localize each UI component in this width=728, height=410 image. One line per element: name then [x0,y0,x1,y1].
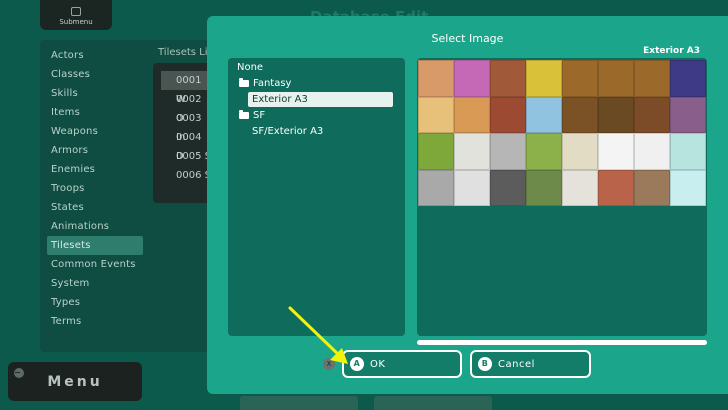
tile-swatch [490,169,526,206]
tilesets-list: 0001 W 0002 O 0003 In 0004 D 0005 S 0006 S [161,71,211,185]
tile-swatch [562,169,598,206]
category-item-classes[interactable]: Classes [47,65,143,84]
submenu-button[interactable]: Submenu [40,0,112,30]
pointer-arrow-icon [288,306,348,364]
bottom-tab [374,396,492,410]
tile-swatch [634,133,670,170]
square-button-icon [71,7,81,16]
bottom-tab [240,396,358,410]
tile-swatch [598,96,634,133]
tileset-list-item[interactable]: 0005 S [161,147,211,166]
tile-swatch [526,96,562,133]
menu-label: Menu [47,373,103,390]
tilesets-list-label: Tilesets Lis [158,47,213,58]
tree-item-sf-exterior-a3[interactable]: SF/Exterior A3 [252,124,392,139]
tree-item-label: None [237,62,264,73]
category-item-armors[interactable]: Armors [47,141,143,160]
tile-swatch [598,133,634,170]
tileset-list-item[interactable]: 0003 In [161,109,211,143]
cancel-button[interactable]: B Cancel [470,350,591,378]
image-preview-panel[interactable] [417,58,707,336]
image-tree-panel: None Fantasy Exterior A3 SF SF/Exterior … [228,58,405,336]
tileset-list-item[interactable]: 0002 O [161,90,211,124]
folder-icon [239,110,249,119]
tile-swatch [562,133,598,170]
tile-swatch [634,60,670,97]
tile-swatch [454,169,490,206]
category-item-enemies[interactable]: Enemies [47,160,143,179]
category-item-states[interactable]: States [47,198,143,217]
cancel-label: Cancel [498,358,535,370]
tile-swatch [634,96,670,133]
tile-swatch [454,60,490,97]
tile-swatch [670,169,706,206]
tile-swatch [598,60,634,97]
category-list: Actors Classes Skills Items Weapons Armors Ene… [47,46,143,331]
tile-swatch [418,60,454,97]
tree-folder-sf[interactable]: SF [239,108,389,123]
tile-swatch [562,60,598,97]
tile-swatch [454,133,490,170]
category-item-tilesets[interactable]: Tilesets [47,236,143,255]
tile-swatch [490,133,526,170]
tree-folder-label: SF [253,110,266,121]
category-item-common-events[interactable]: Common Events [47,255,143,274]
tile-swatch [490,96,526,133]
tile-swatch [634,169,670,206]
category-item-items[interactable]: Items [47,103,143,122]
ok-button[interactable]: A OK [342,350,462,378]
submenu-label: Submenu [59,18,93,26]
ok-label: OK [370,358,386,370]
category-item-animations[interactable]: Animations [47,217,143,236]
tile-swatch [526,169,562,206]
folder-icon [239,78,249,87]
tile-swatch [418,96,454,133]
category-item-actors[interactable]: Actors [47,46,143,65]
category-item-types[interactable]: Types [47,293,143,312]
tile-swatch [454,96,490,133]
tile-swatch [418,133,454,170]
tree-item-exterior-a3[interactable]: Exterior A3 [248,92,393,107]
tree-item-label: SF/Exterior A3 [252,126,324,137]
tile-swatch [562,96,598,133]
preview-image-name: Exterior A3 [643,46,700,56]
tileset-list-item[interactable]: 0004 D [161,128,211,162]
category-item-troops[interactable]: Troops [47,179,143,198]
tile-swatch [526,60,562,97]
tileset-list-item[interactable]: 0006 S [161,166,211,185]
tile-swatch [670,96,706,133]
a-key-icon: A [350,357,364,371]
category-item-system[interactable]: System [47,274,143,293]
category-item-weapons[interactable]: Weapons [47,122,143,141]
tree-folder-label: Fantasy [253,78,292,89]
b-key-icon: B [478,357,492,371]
tileset-list-item[interactable]: 0001 W [161,71,211,105]
tile-swatch [526,133,562,170]
tile-swatch [490,60,526,97]
tile-swatch [670,133,706,170]
menu-button[interactable]: − Menu [8,362,142,401]
preview-scrollbar[interactable] [417,340,707,345]
tree-item-none[interactable]: None [237,60,387,75]
minus-icon: − [14,368,24,378]
category-item-terms[interactable]: Terms [47,312,143,331]
tree-folder-fantasy[interactable]: Fantasy [239,76,389,91]
dialog-title: Select Image [431,32,504,45]
tileset-preview-image [418,60,706,206]
tree-item-label: Exterior A3 [252,94,308,105]
tile-swatch [670,60,706,97]
tile-swatch [418,169,454,206]
tile-swatch [598,169,634,206]
category-item-skills[interactable]: Skills [47,84,143,103]
